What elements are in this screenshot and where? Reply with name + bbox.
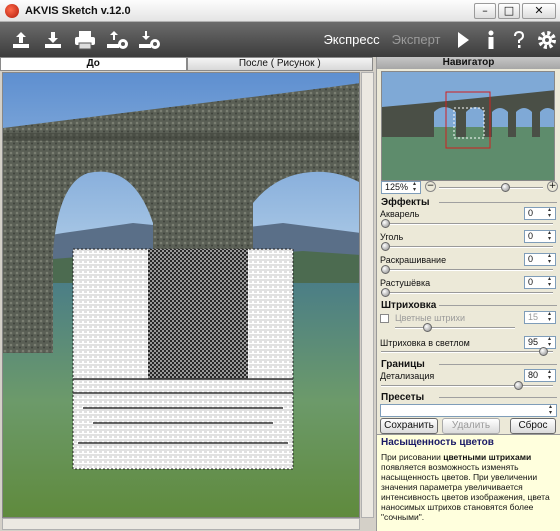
info-icon xyxy=(488,30,494,49)
tab-after[interactable]: После ( Рисунок ) xyxy=(186,57,373,71)
coloring-label: Раскрашивание xyxy=(380,255,447,265)
smudging-slider-thumb[interactable] xyxy=(381,288,390,297)
help-title: Насыщенность цветов xyxy=(381,437,494,448)
detail-input[interactable]: 80 xyxy=(524,369,556,382)
save-icon xyxy=(44,31,61,48)
detail-label: Детализация xyxy=(380,371,435,381)
hatching-section-title: Штриховка xyxy=(377,300,560,311)
charcoal-label: Уголь xyxy=(380,232,404,242)
save-preset-button[interactable]: Сохранить xyxy=(380,418,438,434)
colored-strokes-label: Цветные штрихи xyxy=(395,313,466,323)
minimize-button[interactable]: – xyxy=(474,3,496,19)
presets-dropdown[interactable] xyxy=(380,404,557,417)
zoom-slider-thumb[interactable] xyxy=(501,183,510,192)
smudging-label: Растушёвка xyxy=(380,278,431,288)
watercolor-input[interactable]: 0 xyxy=(524,207,556,220)
help-text-intro: При рисовании xyxy=(381,452,441,462)
navigator-thumbnail[interactable] xyxy=(381,71,555,181)
highlights-hatching-label: Штриховка в светлом xyxy=(380,338,470,348)
help-panel: Насыщенность цветов При рисовании цветны… xyxy=(377,434,560,531)
import-settings-button[interactable] xyxy=(136,26,162,54)
help-text-highlight: цветными штрихами xyxy=(443,452,532,462)
smudging-slider[interactable] xyxy=(381,288,553,297)
settings-icon xyxy=(538,30,557,49)
settings-panel: Навигатор 125% − + Эффекты Акварель 0 Уг… xyxy=(376,57,560,531)
export-settings-button[interactable] xyxy=(104,26,130,54)
detail-slider[interactable] xyxy=(381,381,553,390)
coloring-slider[interactable] xyxy=(381,265,553,274)
presets-section-title: Пресеты xyxy=(377,392,560,403)
title-bar: AKVIS Sketch v.12.0 – □ ✕ xyxy=(0,0,560,22)
settings-button[interactable] xyxy=(534,26,560,54)
vertical-scrollbar[interactable] xyxy=(361,72,374,518)
colored-strokes-input[interactable]: 15 xyxy=(524,311,556,324)
print-icon xyxy=(74,30,95,49)
toolbar: Экспресс Эксперт xyxy=(0,22,560,57)
save-button[interactable] xyxy=(40,26,66,54)
help-text-body: появляется возможность изменять насыщенн… xyxy=(381,462,550,522)
charcoal-slider[interactable] xyxy=(381,242,553,251)
open-button[interactable] xyxy=(8,26,34,54)
zoom-slider[interactable] xyxy=(439,183,543,192)
mode-expert-tab[interactable]: Эксперт xyxy=(392,32,441,47)
horizontal-scrollbar[interactable] xyxy=(2,518,360,530)
navigator-preview xyxy=(382,72,554,180)
help-button[interactable] xyxy=(506,26,532,54)
maximize-button[interactable]: □ xyxy=(498,3,520,19)
charcoal-input[interactable]: 0 xyxy=(524,230,556,243)
mode-express-tab[interactable]: Экспресс xyxy=(323,32,379,47)
detail-slider-thumb[interactable] xyxy=(514,381,523,390)
import-settings-icon xyxy=(138,30,160,49)
info-button[interactable] xyxy=(478,26,504,54)
zoom-in-icon[interactable]: + xyxy=(547,181,558,192)
watercolor-slider-thumb[interactable] xyxy=(381,219,390,228)
run-button[interactable] xyxy=(451,26,477,54)
tab-before[interactable]: До xyxy=(0,57,187,71)
charcoal-slider-thumb[interactable] xyxy=(381,242,390,251)
navigator-title: Навигатор xyxy=(377,57,560,69)
reset-button[interactable]: Сброс xyxy=(510,418,556,434)
aqueduct-photo xyxy=(3,73,359,517)
watercolor-slider[interactable] xyxy=(381,219,553,228)
colored-strokes-slider-thumb[interactable] xyxy=(423,323,432,332)
view-tabs: До После ( Рисунок ) xyxy=(0,57,373,71)
help-icon xyxy=(514,30,525,48)
zoom-combobox[interactable]: 125% xyxy=(381,181,421,194)
delete-preset-button[interactable]: Удалить xyxy=(442,418,500,434)
coloring-slider-thumb[interactable] xyxy=(381,265,390,274)
help-text: При рисовании цветными штрихами появляет… xyxy=(381,452,557,522)
window-title: AKVIS Sketch v.12.0 xyxy=(25,4,131,17)
print-button[interactable] xyxy=(72,26,98,54)
colored-strokes-slider[interactable] xyxy=(395,323,515,332)
open-icon xyxy=(12,31,29,48)
highlights-hatching-slider-thumb[interactable] xyxy=(539,347,548,356)
run-icon xyxy=(458,31,470,48)
akvis-logo-icon xyxy=(5,3,19,18)
zoom-out-icon[interactable]: − xyxy=(425,181,436,192)
smudging-input[interactable]: 0 xyxy=(524,276,556,289)
image-canvas[interactable] xyxy=(2,72,360,518)
highlights-hatching-slider[interactable] xyxy=(381,347,553,356)
colored-strokes-checkbox[interactable] xyxy=(380,314,389,323)
watercolor-label: Акварель xyxy=(380,209,420,219)
coloring-input[interactable]: 0 xyxy=(524,253,556,266)
export-settings-icon xyxy=(106,30,128,49)
close-button[interactable]: ✕ xyxy=(522,3,556,19)
